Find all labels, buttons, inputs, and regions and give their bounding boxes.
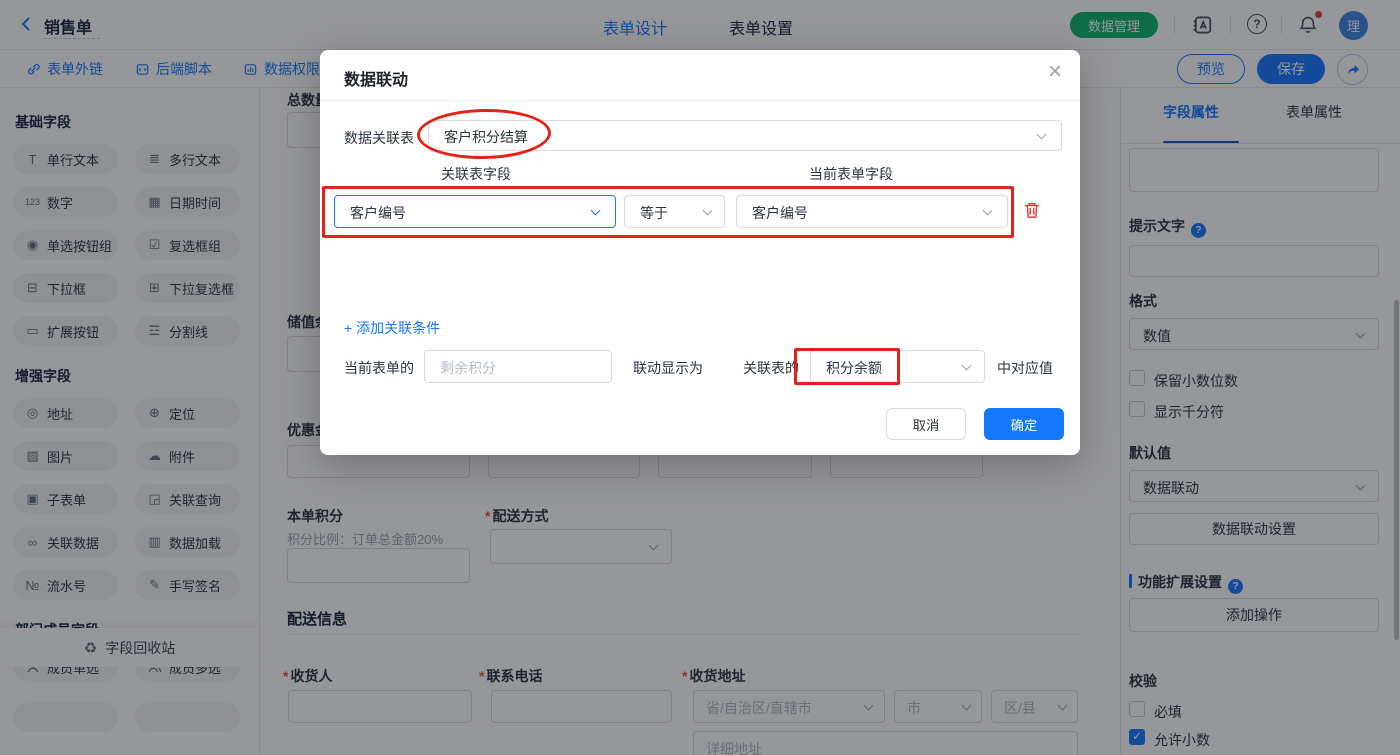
add-condition-link[interactable]: + 添加关联条件	[344, 318, 440, 338]
condition-left-select[interactable]: 客户编号	[334, 195, 616, 228]
dialog-header-divider	[320, 100, 1080, 101]
condition-operator-select[interactable]: 等于	[624, 195, 725, 228]
chevron-down-icon	[982, 205, 993, 216]
current-field-value: 剩余积分	[440, 360, 496, 376]
confirm-button[interactable]: 确定	[984, 408, 1064, 440]
current-field-input[interactable]: 剩余积分	[424, 350, 612, 383]
display-as-label: 联动显示为	[633, 360, 703, 376]
condition-right-select[interactable]: 客户编号	[736, 195, 1008, 228]
chevron-down-icon	[1036, 129, 1047, 140]
current-form-label: 当前表单的	[344, 360, 414, 376]
linked-field-select[interactable]: 积分余额	[810, 350, 985, 383]
form-designer-app: 销售单 表单设计 表单设置 数据管理 ? 理 表单外链 后端脚本 数据权限 预览…	[0, 0, 1400, 755]
delete-condition-icon[interactable]	[1023, 201, 1041, 220]
linked-table-select[interactable]: 客户积分结算	[428, 120, 1062, 151]
linked-table-value: 客户积分结算	[444, 129, 528, 145]
column-header-current-field: 当前表单字段	[809, 166, 893, 182]
condition-left-value: 客户编号	[350, 205, 406, 221]
condition-right-value: 客户编号	[752, 205, 808, 221]
cancel-button[interactable]: 取消	[886, 408, 966, 440]
linked-field-value: 积分余额	[826, 360, 882, 376]
close-icon[interactable]: ×	[1048, 60, 1062, 84]
corresponding-value-label: 中对应值	[997, 360, 1053, 376]
chevron-down-icon	[590, 205, 601, 216]
linked-table-of-label: 关联表的	[743, 360, 799, 376]
condition-operator-value: 等于	[640, 205, 668, 221]
dialog-title: 数据联动	[344, 72, 409, 89]
data-linkage-dialog: 数据联动 × 数据关联表 客户积分结算 关联表字段 当前表单字段 客户编号 等于…	[320, 50, 1080, 455]
linked-table-label: 数据关联表	[344, 130, 414, 146]
chevron-down-icon	[702, 205, 713, 216]
column-header-linked-field: 关联表字段	[441, 166, 511, 182]
chevron-down-icon	[961, 360, 972, 371]
